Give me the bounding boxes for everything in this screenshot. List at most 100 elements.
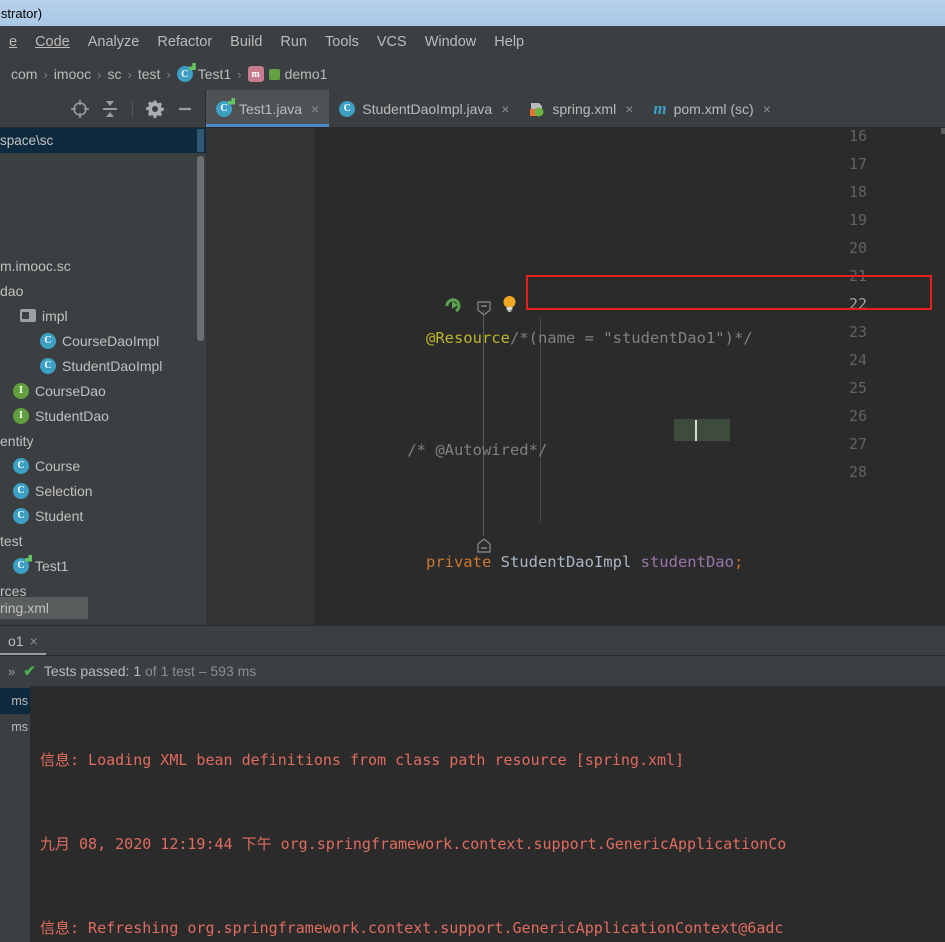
close-icon[interactable]: × [625,101,633,117]
interface-icon: I [13,407,29,424]
project-tool-window: space\sc m.imooc.sc dao impl C CourseDaoI… [0,128,206,625]
class-test-icon: C [176,66,193,82]
breadcrumb-item-test1[interactable]: C Test1 [172,66,236,82]
test-status-text: Tests passed: 1 of 1 test – 593 ms [43,663,257,679]
tree-item-coursedao[interactable]: I CourseDao [13,378,106,403]
project-scrollbar[interactable] [197,156,204,341]
editor-scrollbar[interactable] [941,128,945,134]
tree-item-test1[interactable]: C Test1 [13,553,68,578]
toolbar-divider [132,99,133,118]
editor-gutter[interactable] [206,128,314,625]
project-scrollbar-cap[interactable] [197,129,204,152]
close-icon[interactable]: × [763,101,771,117]
class-icon: C [13,482,29,499]
interface-icon: I [13,382,29,399]
tab-studentdaoimpl-java[interactable]: C StudentDaoImpl.java × [329,90,519,127]
menu-item-help[interactable]: Help [485,32,533,52]
class-test-icon: C [13,557,29,574]
menu-item-tools[interactable]: Tools [316,32,368,52]
tree-item-selection[interactable]: C Selection [13,478,93,503]
close-icon[interactable]: × [501,101,509,117]
tree-item-impl[interactable]: impl [20,303,68,328]
tree-item-entity[interactable]: entity [0,428,33,453]
code-text[interactable]: @Resource/*(name = "studentDao1")*/ /* @… [314,128,945,625]
console-line: 信息: Loading XML bean definitions from cl… [40,751,685,769]
code-line-17: @Resource/*(name = "studentDao1")*/ [425,329,753,347]
tree-item-studentdaoimpl[interactable]: C StudentDaoImpl [40,353,162,378]
code-line-18: /* @Autowired*/ [388,441,548,459]
tab-spring-xml[interactable]: spring.xml × [519,90,643,127]
breadcrumb-item-test[interactable]: test [133,66,166,82]
run-tab-demo1[interactable]: o1 × [0,626,46,655]
tree-item-package[interactable]: m.imooc.sc [0,253,71,278]
method-icon: m [247,66,264,82]
tab-pom-xml[interactable]: m pom.xml (sc) × [643,90,781,127]
class-icon: C [40,357,56,374]
breadcrumb-item-sc[interactable]: sc [103,66,127,82]
tree-item-studentdao[interactable]: I StudentDao [13,403,109,428]
menu-item-build[interactable]: Build [221,32,271,52]
spring-xml-icon [529,101,545,117]
test-tree-item-suite[interactable]: ms [0,688,30,714]
tree-item-test[interactable]: test [0,528,23,553]
tab-label: StudentDaoImpl.java [362,100,493,117]
menu-item-code[interactable]: Code [26,32,79,52]
menu-item-vcs[interactable]: VCS [368,32,416,52]
run-tab-strip: o1 × [0,626,945,656]
breadcrumb-item-imooc[interactable]: imooc [49,66,96,82]
console-output[interactable]: 信息: Loading XML bean definitions from cl… [30,686,945,942]
menu-item-run[interactable]: Run [271,32,316,52]
class-icon: C [13,457,29,474]
java-test-class-icon: C [216,100,232,117]
tree-item-dao[interactable]: dao [0,278,23,303]
editor-tab-strip: C Test1.java × C StudentDaoImpl.java × s… [0,90,945,128]
project-root-path: space\sc [0,128,206,153]
console-line: 信息: Refreshing org.springframework.conte… [40,919,784,937]
menu-item-window[interactable]: Window [416,32,486,52]
main-area: space\sc m.imooc.sc dao impl C CourseDaoI… [0,128,945,625]
close-icon[interactable]: × [30,633,38,649]
window-title: istrator) [0,5,43,21]
breadcrumb: com › imooc › sc › test › C Test1 › m de… [0,58,945,90]
console-area: ms ms 信息: Loading XML bean definitions f… [0,686,945,942]
menu-bar: e Code Analyze Refactor Build Run Tools … [0,26,945,58]
class-icon: C [40,332,56,349]
locate-icon[interactable] [70,99,90,119]
text-caret [695,420,697,441]
lock-icon [268,68,280,80]
code-editor[interactable]: 16 17 18 19 20 21 22 23 24 25 26 27 28 @… [206,128,945,625]
tree-item-student[interactable]: C Student [13,503,83,528]
project-toolbar [0,90,206,127]
console-line: 九月 08, 2020 12:19:44 下午 org.springframew… [40,835,787,853]
check-icon: ✔ [23,663,36,680]
tab-label: pom.xml (sc) [673,100,754,117]
hide-icon[interactable] [175,99,195,119]
menu-item-analyze[interactable]: Analyze [79,32,149,52]
code-line-19: private StudentDaoImpl studentDao; [425,553,744,571]
tree-item-spring-xml[interactable]: ring.xml [0,597,49,619]
window-titlebar: istrator) [0,0,945,26]
breadcrumb-item-com[interactable]: com [6,66,42,82]
test-tree-item-test[interactable]: ms [0,714,30,740]
tab-label: Test1.java [239,100,303,117]
menu-item-refactor[interactable]: Refactor [148,32,221,52]
class-icon: C [13,507,29,524]
tree-item-coursedaoimpl[interactable]: C CourseDaoImpl [40,328,159,353]
expand-icon[interactable]: » [8,664,15,679]
test-tree-rail: ms ms [0,686,30,942]
tab-label: spring.xml [552,100,617,117]
run-tool-window: o1 × » ✔ Tests passed: 1 of 1 test – 593… [0,625,945,942]
collapse-all-icon[interactable] [100,99,120,119]
tree-item-course[interactable]: C Course [13,453,80,478]
folder-icon [20,309,36,322]
breadcrumb-item-demo1[interactable]: m demo1 [243,66,333,82]
settings-gear-icon[interactable] [145,99,165,119]
close-icon[interactable]: × [311,101,319,117]
test-status-bar: » ✔ Tests passed: 1 of 1 test – 593 ms [0,656,945,686]
maven-icon: m [653,98,667,118]
menu-item-file[interactable]: e [0,32,26,52]
java-class-icon: C [339,100,356,117]
tab-test1-java[interactable]: C Test1.java × [206,90,330,127]
run-tab-label: o1 [8,632,24,649]
